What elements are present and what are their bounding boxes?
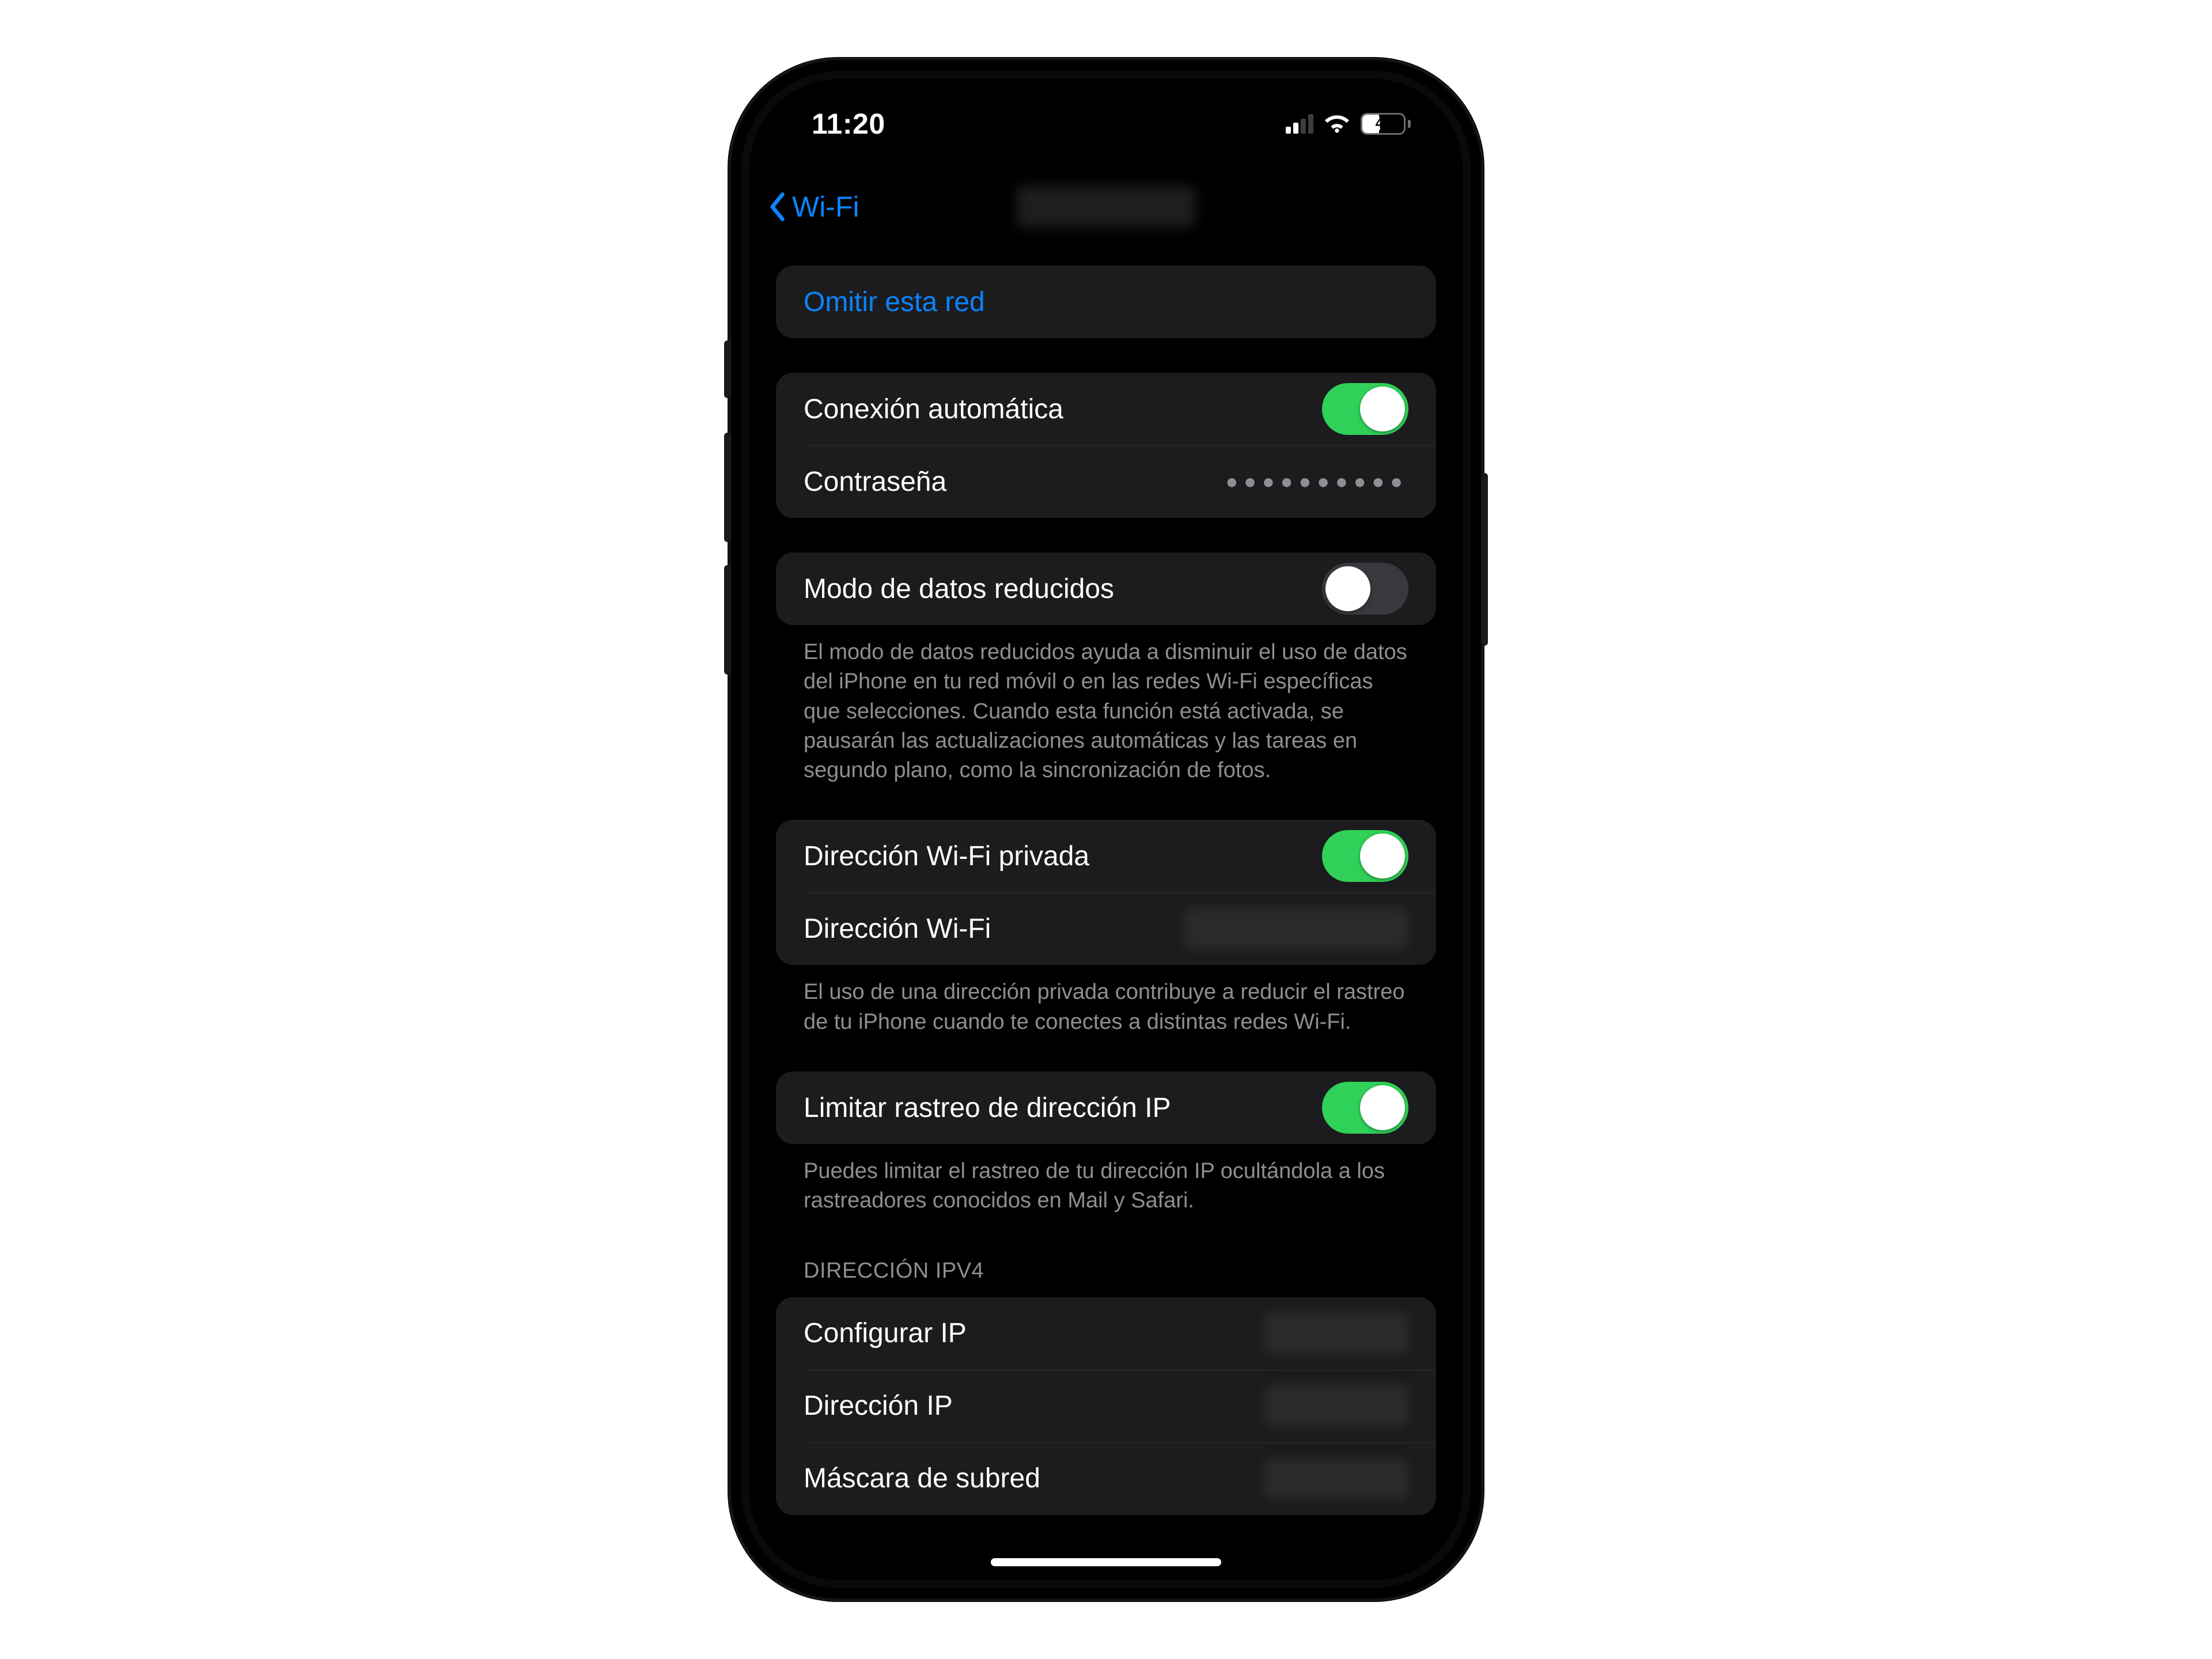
ip-address-label: Dirección IP bbox=[804, 1390, 953, 1422]
nav-bar: Wi-Fi bbox=[749, 169, 1463, 245]
private-address-label: Dirección Wi-Fi privada bbox=[804, 840, 1089, 872]
auto-join-toggle[interactable] bbox=[1322, 383, 1408, 435]
private-address-row: Dirección Wi-Fi privada bbox=[776, 820, 1436, 892]
private-address-footer: El uso de una dirección privada contribu… bbox=[776, 965, 1436, 1037]
password-label: Contraseña bbox=[804, 466, 946, 498]
wifi-address-label: Dirección Wi-Fi bbox=[804, 913, 991, 945]
power-button[interactable] bbox=[1481, 473, 1488, 646]
wifi-icon bbox=[1324, 114, 1350, 134]
private-address-toggle[interactable] bbox=[1322, 830, 1408, 882]
status-time: 11:20 bbox=[812, 107, 885, 141]
forget-network-label: Omitir esta red bbox=[804, 286, 985, 318]
limit-ip-toggle[interactable] bbox=[1322, 1082, 1408, 1134]
low-data-toggle[interactable] bbox=[1322, 563, 1408, 615]
group-forget: Omitir esta red bbox=[776, 266, 1436, 338]
dynamic-island bbox=[999, 104, 1213, 166]
configure-ip-label: Configurar IP bbox=[804, 1317, 967, 1349]
limit-ip-label: Limitar rastreo de dirección IP bbox=[804, 1092, 1171, 1124]
low-data-footer: El modo de datos reducidos ayuda a dismi… bbox=[776, 625, 1436, 785]
group-private-address: Dirección Wi-Fi privada Dirección Wi-Fi bbox=[776, 820, 1436, 965]
cellular-signal-icon bbox=[1286, 114, 1313, 134]
screen: 11:20 40 bbox=[749, 79, 1463, 1580]
battery-indicator: 40 bbox=[1361, 113, 1411, 135]
password-row[interactable]: Contraseña ●●●●●●●●●● bbox=[776, 445, 1436, 518]
volume-up-button[interactable] bbox=[724, 433, 731, 542]
mute-switch[interactable] bbox=[724, 340, 731, 398]
content[interactable]: Omitir esta red Conexión automática Cont… bbox=[749, 245, 1463, 1515]
configure-ip-row[interactable]: Configurar IP bbox=[776, 1297, 1436, 1370]
nav-title-redacted bbox=[1017, 186, 1195, 228]
battery-percent: 40 bbox=[1362, 116, 1404, 132]
configure-ip-value-redacted bbox=[1264, 1313, 1408, 1354]
low-data-row: Modo de datos reducidos bbox=[776, 552, 1436, 625]
wifi-address-value-redacted bbox=[1184, 908, 1408, 949]
group-connection: Conexión automática Contraseña ●●●●●●●●●… bbox=[776, 373, 1436, 518]
limit-ip-footer: Puedes limitar el rastreo de tu direcció… bbox=[776, 1144, 1436, 1216]
subnet-mask-value-redacted bbox=[1264, 1459, 1408, 1499]
low-data-label: Modo de datos reducidos bbox=[804, 573, 1114, 605]
wifi-address-row[interactable]: Dirección Wi-Fi bbox=[776, 892, 1436, 965]
status-indicators: 40 bbox=[1286, 113, 1411, 135]
forget-network-row[interactable]: Omitir esta red bbox=[776, 266, 1436, 338]
subnet-mask-row[interactable]: Máscara de subred bbox=[776, 1442, 1436, 1515]
ipv4-header: DIRECCIÓN IPV4 bbox=[776, 1216, 1436, 1291]
ip-address-row[interactable]: Dirección IP bbox=[776, 1370, 1436, 1442]
back-label: Wi-Fi bbox=[792, 190, 859, 224]
back-button[interactable]: Wi-Fi bbox=[767, 190, 859, 224]
group-ipv4: Configurar IP Dirección IP Máscara de su… bbox=[776, 1297, 1436, 1515]
auto-join-row: Conexión automática bbox=[776, 373, 1436, 445]
subnet-mask-label: Máscara de subred bbox=[804, 1463, 1040, 1494]
group-limit-ip: Limitar rastreo de dirección IP bbox=[776, 1071, 1436, 1144]
phone-bezel: 11:20 40 bbox=[741, 71, 1471, 1588]
volume-down-button[interactable] bbox=[724, 565, 731, 675]
password-value: ●●●●●●●●●● bbox=[1226, 469, 1408, 494]
limit-ip-row: Limitar rastreo de dirección IP bbox=[776, 1071, 1436, 1144]
ip-address-value-redacted bbox=[1264, 1386, 1408, 1426]
home-indicator[interactable] bbox=[991, 1558, 1221, 1566]
group-low-data: Modo de datos reducidos bbox=[776, 552, 1436, 625]
phone-frame: 11:20 40 bbox=[729, 58, 1483, 1601]
auto-join-label: Conexión automática bbox=[804, 393, 1063, 425]
chevron-left-icon bbox=[767, 191, 787, 222]
